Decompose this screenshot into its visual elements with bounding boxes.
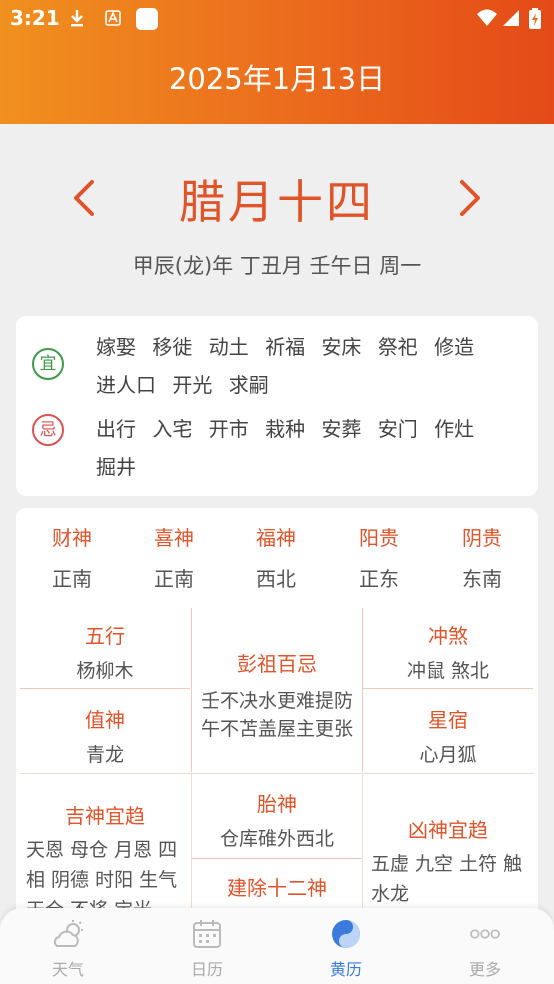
god-yanggui: 阳贵 正东 [329, 522, 429, 592]
ji-icon: 忌 [32, 414, 64, 446]
xiongshen-title: 凶神宜趋 [408, 818, 488, 842]
nav-label: 黄历 [329, 960, 362, 979]
zhishen-title: 值神 [85, 708, 125, 732]
xingxiu-title: 星宿 [428, 708, 468, 732]
yiji-card: 宜 嫁娶 移徙 动土 祈福 安床 祭祀 修造 进人口 开光 求嗣 忌 出行 入宅… [16, 316, 538, 496]
nav-label: 天气 [51, 960, 84, 979]
god-value: 西北 [256, 567, 296, 591]
download-icon [68, 8, 86, 33]
xiongshen-line-2: 水龙 [371, 883, 410, 905]
chevron-right-icon [460, 180, 480, 216]
pengzu-line-2: 午不苫盖屋主更张 [200, 718, 353, 740]
pengzu-cell: 彭祖百忌 壬不决水更难提防 午不苫盖屋主更张 [192, 648, 362, 743]
status-time: 3:21 [10, 6, 60, 30]
chongsha-cell: 冲煞 冲鼠 煞北 [363, 620, 533, 685]
pengzu-title: 彭祖百忌 [237, 652, 317, 676]
square-notification-icon [136, 8, 158, 35]
zhishen-value: 青龙 [85, 744, 124, 766]
god-title: 财神 [52, 526, 92, 550]
grid-divider [192, 858, 362, 859]
nav-label: 更多 [468, 960, 501, 979]
ji-line-1: 出行 入宅 开市 栽种 安葬 安门 作灶 [96, 417, 475, 441]
grid-divider [20, 773, 534, 774]
pengzu-line-1: 壬不决水更难提防 [200, 690, 353, 712]
god-xishen: 喜神 正南 [124, 522, 224, 592]
ji-line-2: 掘井 [96, 455, 136, 479]
god-title: 福神 [256, 526, 296, 550]
god-value: 东南 [462, 567, 502, 591]
god-value: 正东 [359, 567, 399, 591]
jianchu-cell: 建除十二神 [192, 872, 362, 901]
more-icon [470, 929, 500, 939]
wuxing-cell: 五行 杨柳木 [20, 620, 190, 685]
nav-tab-almanac[interactable]: 黄历 [296, 918, 396, 980]
god-fushen: 福神 西北 [226, 522, 326, 592]
god-title: 阳贵 [359, 526, 399, 550]
wuxing-title: 五行 [85, 624, 125, 648]
nav-label: 日历 [190, 960, 223, 979]
xiongshen-line-1: 五虚 九空 土符 触 [371, 853, 523, 875]
calendar-icon [193, 920, 221, 948]
jishen-line-1: 天恩 母仓 月恩 四 [26, 839, 178, 861]
chongsha-title: 冲煞 [428, 624, 468, 648]
grid-divider [363, 688, 533, 689]
god-value: 正南 [52, 567, 92, 591]
god-value: 正南 [154, 567, 194, 591]
status-bar: 3:21 [0, 0, 554, 38]
nav-tab-calendar[interactable]: 日历 [157, 918, 257, 980]
god-title: 喜神 [154, 526, 194, 550]
chongsha-value: 冲鼠 煞北 [406, 660, 490, 682]
god-caishen: 财神 正南 [22, 522, 122, 592]
yi-icon: 宜 [32, 348, 64, 380]
jishen-line-2: 相 阴德 时阳 生气 [26, 869, 178, 891]
wifi-icon [476, 8, 498, 33]
grid-divider [20, 688, 190, 689]
god-title: 阴贵 [462, 526, 502, 550]
nav-tab-weather[interactable]: 天气 [18, 918, 118, 980]
god-yingui: 阴贵 东南 [432, 522, 532, 592]
ganzhi-text: 甲辰(龙)年 丁丑月 壬午日 周一 [132, 254, 422, 278]
nav-tab-more[interactable]: 更多 [435, 918, 535, 980]
jishen-cell: 吉神宜趋 天恩 母仓 月恩 四 相 阴德 时阳 生气 天仓 不将 宝光 [20, 800, 190, 925]
taishen-value: 仓库碓外西北 [219, 828, 334, 850]
app-header: 3:21 2025年1月13日 [0, 0, 554, 124]
bottom-nav: 天气 日历 黄历 更多 [0, 908, 554, 984]
yinyang-icon [332, 920, 360, 948]
app-notification-icon [104, 8, 122, 33]
jishen-title: 吉神宜趋 [65, 804, 145, 828]
battery-charging-icon [528, 8, 542, 35]
zhishen-cell: 值神 青龙 [20, 704, 190, 769]
details-card: 财神 正南 喜神 正南 福神 西北 阳贵 正东 阴贵 东南 五行 杨柳木 值神 … [16, 508, 538, 928]
xingxiu-value: 心月狐 [419, 744, 477, 766]
signal-icon [502, 8, 520, 33]
jianchu-title: 建除十二神 [227, 876, 327, 900]
taishen-title: 胎神 [257, 792, 297, 816]
wuxing-value: 杨柳木 [76, 660, 134, 682]
xingxiu-cell: 星宿 心月狐 [363, 704, 533, 769]
next-day-button[interactable] [450, 168, 490, 228]
date-title: 2025年1月13日 [168, 62, 386, 96]
yi-line-2: 进人口 开光 求嗣 [96, 373, 269, 397]
taishen-cell: 胎神 仓库碓外西北 [192, 788, 362, 853]
weather-icon [53, 920, 83, 947]
yi-line-1: 嫁娶 移徙 动土 祈福 安床 祭祀 修造 [96, 335, 475, 359]
xiongshen-cell: 凶神宜趋 五虚 九空 土符 触 水龙 [363, 814, 533, 909]
